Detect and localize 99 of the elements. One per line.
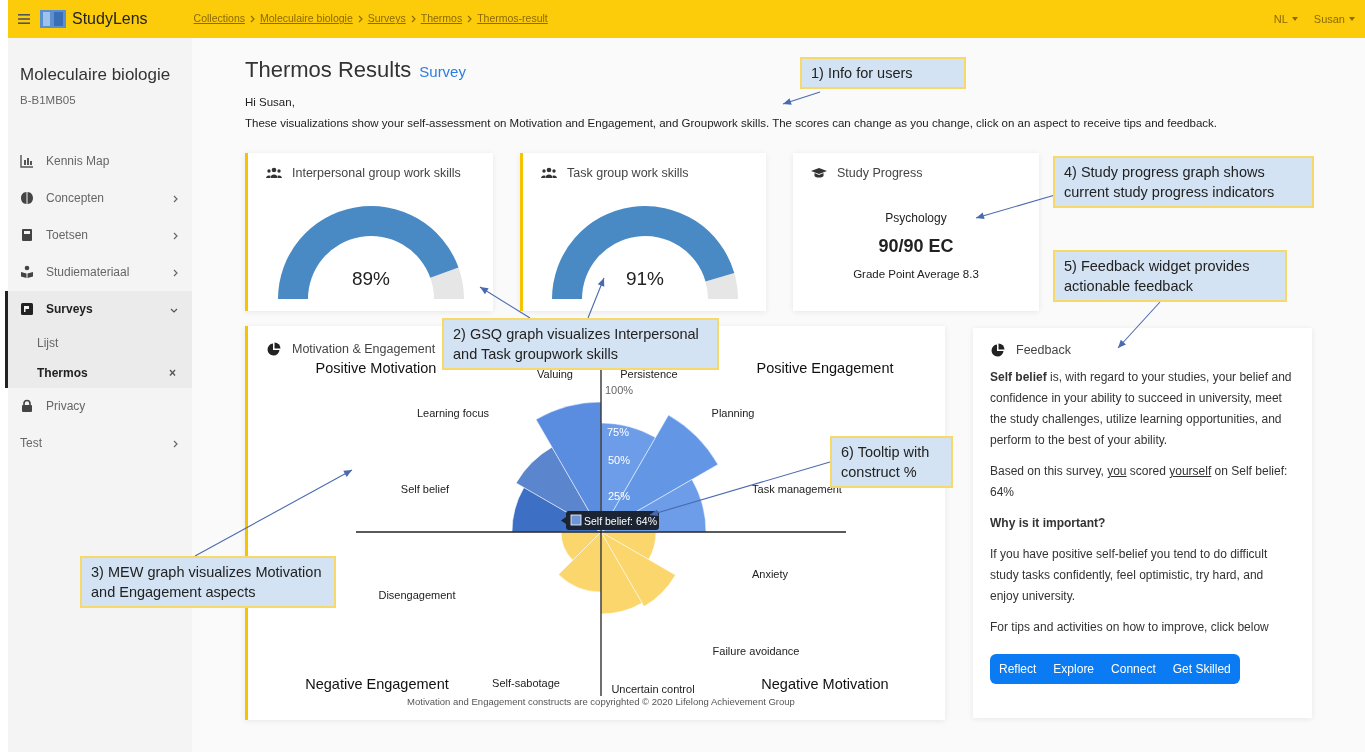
annotation-callout: 5) Feedback widget provides actionable feedback: [1053, 250, 1287, 302]
gauge-value: 91%: [625, 268, 664, 290]
graduation-cap-icon: [811, 165, 827, 180]
card-title: Motivation & Engagement: [292, 340, 436, 358]
caret-icon: [1291, 17, 1298, 21]
course-code: B-B1MB05: [19, 92, 77, 108]
sidebar-item[interactable]: Privacy: [8, 387, 192, 425]
book-icon: [20, 228, 34, 243]
breadcrumb-link[interactable]: Surveys: [367, 11, 406, 27]
quadrant-label: Negative Engagement: [305, 676, 449, 693]
gauge-track: [705, 273, 738, 300]
users-icon: [541, 165, 557, 180]
construct-label: Anxiety: [751, 568, 789, 581]
breadcrumb-link[interactable]: Thermos-result: [477, 11, 548, 27]
sidebar-item[interactable]: Studiemateriaal: [8, 253, 192, 291]
construct-label: Learning focus: [416, 407, 490, 420]
construct-label: Planning: [711, 407, 755, 420]
chevron-icon: [170, 307, 178, 313]
construct-label: Valuing: [537, 368, 573, 381]
card-title: Study Progress: [837, 164, 923, 182]
axis-tick-label: 25%: [608, 490, 631, 503]
card-title: Feedback: [1016, 341, 1071, 359]
axis-tick-label: 75%: [607, 426, 630, 439]
brand-name[interactable]: StudyLens: [72, 7, 148, 31]
tooltip-text: Self belief: 64%: [584, 514, 657, 527]
intro-text: These visualizations show your self-assessment on Motivation and Engagement, and Groupwork skills. The scores can change as you change, click on an aspect to receive tips and feedback.: [245, 116, 1219, 132]
feedback-button[interactable]: Connect: [1102, 654, 1165, 685]
breadcrumb-link[interactable]: Moleculaire biologie: [259, 11, 353, 27]
sidebar-subitem[interactable]: Thermos ×: [8, 357, 192, 388]
score-text: Based on this survey, you scored yourself on Self belief: 64%: [990, 463, 1289, 502]
quadrant-label: Negative Motivation: [761, 676, 889, 693]
annotation-callout: 1) Info for users: [800, 57, 966, 89]
page-subtitle: Survey: [419, 62, 466, 82]
section-heading: Why is it important?: [990, 515, 1107, 533]
course-title: Moleculaire biologie: [19, 64, 172, 86]
breadcrumb-link[interactable]: Collections: [193, 11, 245, 27]
feedback-button[interactable]: Explore: [1044, 654, 1104, 685]
sidebar-subitem[interactable]: Lijst: [8, 327, 192, 358]
sidebar-item[interactable]: Concepten: [8, 179, 192, 217]
chevron-icon: [173, 195, 178, 204]
breadcrumb-link[interactable]: Thermos: [420, 11, 463, 27]
chart-icon: [20, 154, 34, 169]
logo-icon: [40, 10, 66, 28]
card-title: Task group work skills: [567, 164, 689, 182]
lock-icon: [20, 399, 34, 414]
program-name: Psychology: [884, 210, 948, 228]
chevron-icon: [173, 269, 178, 278]
reader-icon: [20, 265, 34, 280]
annotation-callout: 3) MEW graph visualizes Motivation and Engagement aspects: [80, 556, 336, 608]
annotation-arrow: [782, 91, 821, 105]
construct-label: Disengagement: [378, 589, 456, 602]
quadrant-label: Positive Motivation: [315, 360, 437, 377]
axis-tick-label: 50%: [608, 454, 631, 467]
feedback-button[interactable]: Reflect: [990, 654, 1046, 685]
sidebar-item[interactable]: Toetsen: [8, 216, 192, 254]
importance-text: If you have positive self-belief you tend to do difficult study tasks confidently, feel optimistic, try hard, and enjoy university.: [990, 546, 1269, 606]
chevron-icon: [173, 440, 178, 449]
feedback-button[interactable]: Get Skilled: [1163, 654, 1240, 685]
sidebar-item[interactable]: Kennis Map: [8, 142, 192, 180]
annotation-callout: 4) Study progress graph shows current study progress indicators: [1053, 156, 1314, 208]
pie-chart-icon: [990, 342, 1006, 357]
annotation-arrow: [1117, 301, 1161, 349]
sidebar-item[interactable]: Test: [8, 424, 192, 462]
chevron-icon: [357, 15, 363, 23]
brain-icon: [20, 191, 34, 206]
gauge-value: 89%: [351, 268, 390, 290]
close-icon[interactable]: ×: [169, 363, 176, 382]
construct-label: Persistence: [620, 368, 678, 381]
page-title: Thermos Results: [245, 56, 412, 84]
chevron-icon: [410, 15, 416, 23]
survey-icon: [20, 302, 34, 317]
annotation-arrow: [587, 277, 605, 319]
axis-tick-label: 100%: [605, 384, 634, 397]
credits-value: 90/90 EC: [877, 235, 955, 259]
chevron-icon: [173, 232, 178, 241]
construct-label: Failure avoidance: [712, 645, 800, 658]
caret-icon: [1349, 17, 1355, 21]
users-icon: [266, 165, 282, 180]
annotation-callout: 2) GSQ graph visualizes Interpersonal and Task groupwork skills: [442, 318, 719, 370]
chevron-icon: [249, 15, 255, 23]
annotation-callout: 6) Tooltip with construct %: [830, 436, 953, 488]
chevron-icon: [467, 15, 473, 23]
user-dropdown[interactable]: Susan: [1313, 10, 1355, 28]
language-dropdown[interactable]: NL: [1273, 10, 1298, 28]
quadrant-label: Positive Engagement: [756, 360, 894, 377]
prompt-text: For tips and activities on how to improve, click below: [990, 619, 1270, 637]
copyright-text: Motivation and Engagement constructs are copyrighted © 2020 Lifelong Achievement Group: [407, 696, 795, 708]
card-title: Interpersonal group work skills: [292, 164, 461, 182]
legend-swatch: [570, 514, 582, 526]
annotation-arrow: [479, 286, 531, 319]
construct-label: Self-sabotage: [492, 677, 560, 690]
menu-icon[interactable]: [18, 14, 30, 24]
greeting-text: Hi Susan,: [245, 95, 295, 110]
construct-label: Uncertain control: [611, 683, 695, 696]
construct-label: Self belief: [400, 483, 450, 496]
gauge-track: [429, 267, 464, 300]
pie-chart-icon: [266, 341, 282, 356]
gpa-text: Grade Point Average 8.3: [852, 267, 980, 283]
definition-text: Self belief is, with regard to your studies, your belief and confidence in your ability to succeed in university, meet the study challenges, utilize learning opportunities, and perform to the best of your ability.: [990, 369, 1293, 450]
